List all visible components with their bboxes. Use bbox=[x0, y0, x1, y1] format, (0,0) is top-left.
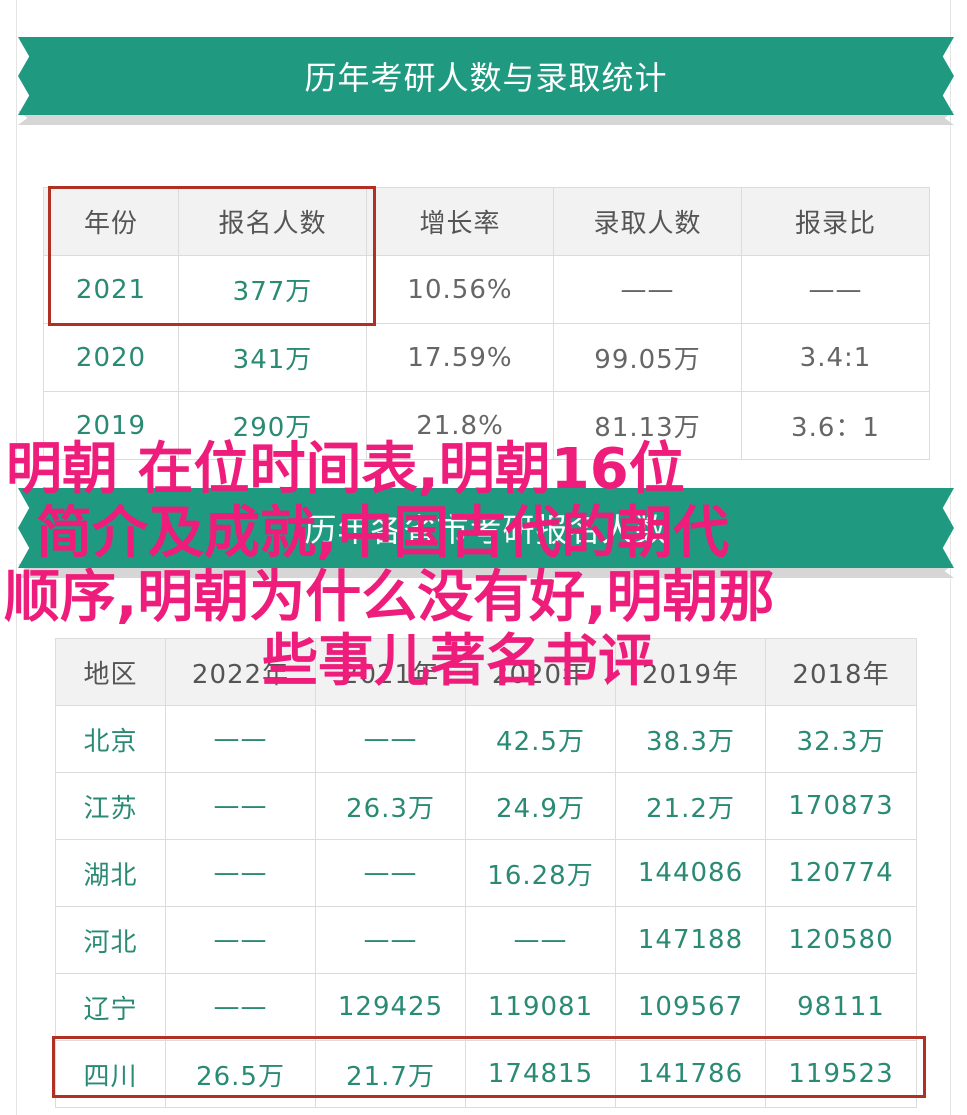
cell-ratio: 3.4:1 bbox=[741, 323, 930, 392]
cell-region: 江苏 bbox=[55, 772, 166, 840]
table-row: 2020 341万 17.59% 99.05万 3.4:1 bbox=[43, 323, 930, 392]
header-ratio: 报录比 bbox=[741, 187, 930, 256]
cell-ratio: —— bbox=[741, 255, 930, 324]
cell-value: 147188 bbox=[615, 906, 766, 974]
cell-growth-rate: 10.56% bbox=[366, 255, 554, 324]
cell-value: —— bbox=[315, 705, 466, 773]
cell-value: —— bbox=[165, 906, 316, 974]
cell-value: —— bbox=[315, 839, 466, 907]
overlay-line-1: 明朝 在位时间表,明朝16位 bbox=[6, 437, 685, 502]
cell-admitted: 99.05万 bbox=[553, 323, 742, 392]
overlay-headline: 明朝 在位时间表,明朝16位 简介及成就,中国古代的朝代 顺序,明朝为什么没有好… bbox=[0, 438, 967, 694]
table-row: 辽宁 —— 129425 119081 109567 98111 bbox=[55, 973, 917, 1041]
cell-value: 21.2万 bbox=[615, 772, 766, 840]
cell-admitted: —— bbox=[553, 255, 742, 324]
cell-value: —— bbox=[465, 906, 616, 974]
banner-title: 历年考研人数与录取统计 bbox=[304, 59, 668, 97]
table-row: 河北 —— —— —— 147188 120580 bbox=[55, 906, 917, 974]
cell-value: —— bbox=[165, 705, 316, 773]
cell-value: —— bbox=[165, 973, 316, 1041]
cell-value: —— bbox=[165, 839, 316, 907]
banner-enrollment-stats: 历年考研人数与录取统计 bbox=[18, 37, 954, 125]
overlay-line-3: 顺序,明朝为什么没有好,明朝那 bbox=[4, 565, 775, 630]
cell-value: —— bbox=[165, 772, 316, 840]
cell-value: 32.3万 bbox=[765, 705, 917, 773]
table-row: 北京 —— —— 42.5万 38.3万 32.3万 bbox=[55, 705, 917, 773]
cell-value: 144086 bbox=[615, 839, 766, 907]
cell-value: 170873 bbox=[765, 772, 917, 840]
header-growth-rate: 增长率 bbox=[366, 187, 554, 256]
cell-region: 辽宁 bbox=[55, 973, 166, 1041]
cell-value: 129425 bbox=[315, 973, 466, 1041]
overlay-line-2: 简介及成就,中国古代的朝代 bbox=[36, 501, 730, 566]
table-row: 江苏 —— 26.3万 24.9万 21.2万 170873 bbox=[55, 772, 917, 840]
table-row: 湖北 —— —— 16.28万 144086 120774 bbox=[55, 839, 917, 907]
cell-applicants: 341万 bbox=[178, 323, 367, 392]
highlight-box-2021 bbox=[48, 186, 376, 326]
cell-value: 26.3万 bbox=[315, 772, 466, 840]
cell-value: 42.5万 bbox=[465, 705, 616, 773]
banner-band: 历年考研人数与录取统计 bbox=[18, 37, 954, 115]
cell-region: 北京 bbox=[55, 705, 166, 773]
cell-value: 24.9万 bbox=[465, 772, 616, 840]
overlay-line-4: 些事儿著名书评 bbox=[262, 629, 654, 694]
cell-year: 2020 bbox=[43, 323, 179, 392]
cell-value: —— bbox=[315, 906, 466, 974]
cell-value: 38.3万 bbox=[615, 705, 766, 773]
cell-value: 16.28万 bbox=[465, 839, 616, 907]
cell-value: 120774 bbox=[765, 839, 917, 907]
cell-region: 湖北 bbox=[55, 839, 166, 907]
header-admitted: 录取人数 bbox=[553, 187, 742, 256]
cell-growth-rate: 17.59% bbox=[366, 323, 554, 392]
cell-value: 98111 bbox=[765, 973, 917, 1041]
cell-value: 109567 bbox=[615, 973, 766, 1041]
cell-value: 120580 bbox=[765, 906, 917, 974]
highlight-box-sichuan bbox=[52, 1036, 926, 1098]
cell-region: 河北 bbox=[55, 906, 166, 974]
cell-value: 119081 bbox=[465, 973, 616, 1041]
